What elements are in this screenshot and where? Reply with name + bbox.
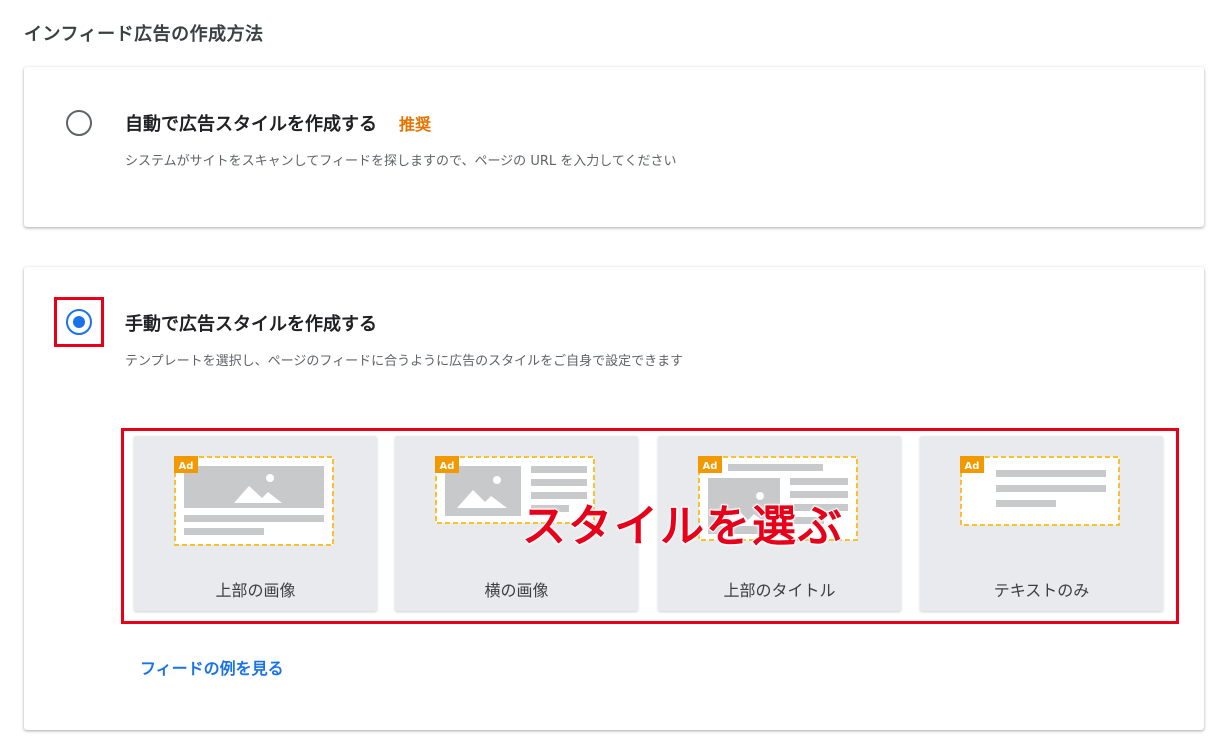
manual-style-title: 手動で広告スタイルを作成する [125,314,377,335]
template-image-side[interactable]: Ad 横の画像 [395,436,638,611]
template-label: 横の画像 [484,581,549,600]
template-text-only[interactable]: Ad テキストのみ [920,436,1163,611]
image-side-illustration: Ad [435,456,595,524]
recommended-badge: 推奨 [399,115,432,134]
template-image-top[interactable]: Ad 上部の画像 [134,436,377,611]
text-only-illustration: Ad [960,456,1120,526]
image-top-illustration: Ad [174,456,334,546]
title-top-illustration: Ad [698,456,858,541]
manual-style-description: テンプレートを選択し、ページのフィードに合うように広告のスタイルをご自身で設定で… [125,354,684,369]
auto-style-description: システムがサイトをスキャンしてフィードを探しますので、ページの URL を入力し… [125,154,677,169]
feed-example-link[interactable]: フィードの例を見る [140,655,284,679]
ad-tag-2: Ad [440,461,455,472]
template-label: 上部のタイトル [723,581,836,600]
ad-tag-3: Ad [703,461,718,472]
page-title: インフィード広告の作成方法 [24,24,264,45]
auto-style-title-text: 自動で広告スタイルを作成する [125,114,377,135]
template-title-top[interactable]: Ad 上部のタイトル [658,436,901,611]
auto-style-card[interactable]: 自動で広告スタイルを作成する 推奨 システムがサイトをスキャンしてフィードを探しま… [24,67,1204,227]
manual-style-radio[interactable] [66,309,92,335]
ad-tag-4: Ad [965,461,980,472]
manual-style-card[interactable]: 手動で広告スタイルを作成する テンプレートを選択し、ページのフィードに合うように… [24,267,1204,730]
auto-style-radio[interactable] [66,110,92,136]
ad-tag-1: Ad [179,461,194,472]
template-label: テキストのみ [993,581,1090,600]
auto-style-title: 自動で広告スタイルを作成する 推奨 [125,110,431,136]
template-label: 上部の画像 [215,581,296,600]
